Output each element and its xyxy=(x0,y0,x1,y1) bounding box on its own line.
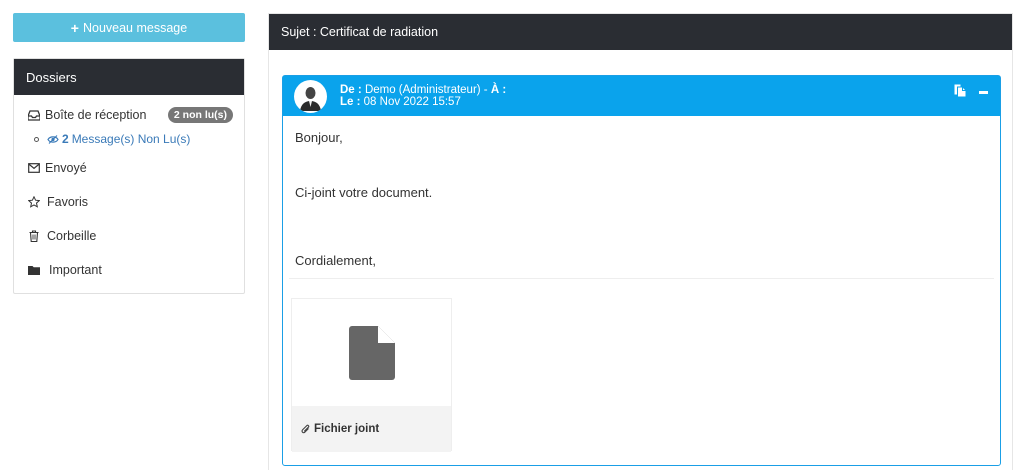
attachment-footer: Fichier joint xyxy=(292,406,451,452)
message-card: De : Demo (Administrateur) - À : Le : 08… xyxy=(282,75,1001,466)
from-label: De : xyxy=(340,84,362,96)
folders-title: Dossiers xyxy=(14,59,244,95)
subject-bar: Sujet : Certificat de radiation xyxy=(269,14,1012,50)
message-panel: Sujet : Certificat de radiation De : Dem… xyxy=(268,13,1013,470)
folder-item-label: Envoyé xyxy=(45,161,87,175)
unread-badge: 2 non lu(s) xyxy=(167,107,233,123)
unread-count: 2 xyxy=(62,132,69,146)
folder-item-sent[interactable]: Envoyé xyxy=(14,151,244,185)
attachment-thumbnail xyxy=(292,299,451,406)
from-value: Demo (Administrateur) - xyxy=(364,84,488,96)
folder-item-label: Favoris xyxy=(47,195,88,209)
paperclip-icon xyxy=(301,424,311,435)
divider xyxy=(289,278,994,279)
date-value: 08 Nov 2022 15:57 xyxy=(363,96,461,108)
copy-icon[interactable] xyxy=(954,84,966,100)
folder-item-label: Important xyxy=(49,263,102,277)
to-label: À : xyxy=(490,84,507,96)
folder-icon xyxy=(27,263,41,277)
new-message-button[interactable]: + Nouveau message xyxy=(13,13,245,42)
folder-item-inbox[interactable]: Boîte de réception 2 non lu(s) xyxy=(14,103,244,127)
folder-item-label: Boîte de réception xyxy=(45,108,147,122)
folder-item-important[interactable]: Important xyxy=(14,253,244,287)
folder-item-favorites[interactable]: Favoris xyxy=(14,185,244,219)
eye-slash-icon xyxy=(47,134,59,144)
unread-label: Message(s) Non Lu(s) xyxy=(71,132,191,146)
trash-icon xyxy=(27,229,41,243)
new-message-label: Nouveau message xyxy=(82,20,188,35)
inbox-icon xyxy=(27,108,41,122)
attachment-label: Fichier joint xyxy=(314,423,380,435)
folder-item-trash[interactable]: Corbeille xyxy=(14,219,244,253)
message-body: Bonjour, Ci-joint votre document. Cordia… xyxy=(283,116,1000,278)
bullet-icon xyxy=(34,136,39,142)
date-label: Le : xyxy=(340,96,361,108)
header-actions xyxy=(954,84,988,100)
plus-icon: + xyxy=(70,19,79,36)
unread-messages-link[interactable]: 2 Message(s) Non Lu(s) xyxy=(14,127,244,151)
left-column: + Nouveau message Dossiers Boîte de réce… xyxy=(13,13,245,294)
envelope-icon xyxy=(27,161,41,175)
attachment-card[interactable]: Fichier joint xyxy=(291,298,452,452)
file-icon xyxy=(348,325,395,380)
message-line: Bonjour, xyxy=(295,130,343,145)
avatar xyxy=(294,79,327,113)
message-line: Ci-joint votre document. xyxy=(295,185,433,200)
folders-panel: Dossiers Boîte de réception 2 non lu(s) … xyxy=(13,58,245,294)
message-line: Cordialement, xyxy=(295,253,376,268)
star-icon xyxy=(27,195,41,209)
collapse-icon[interactable] xyxy=(979,90,988,94)
folder-list: Boîte de réception 2 non lu(s) 2 Message… xyxy=(14,95,244,293)
message-header: De : Demo (Administrateur) - À : Le : 08… xyxy=(283,76,1000,116)
folder-item-label: Corbeille xyxy=(47,229,97,243)
message-meta: De : Demo (Administrateur) - À : Le : 08… xyxy=(340,84,506,108)
